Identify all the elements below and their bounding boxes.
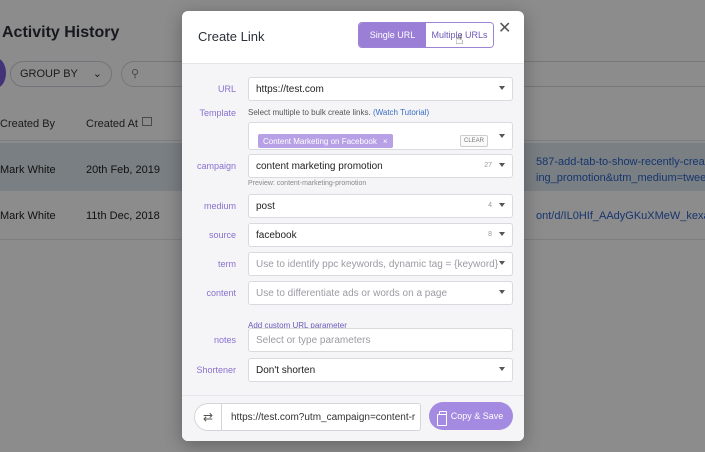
source-label: source — [208, 230, 236, 240]
template-label: Template — [199, 108, 236, 118]
generated-url-box[interactable]: ⇄ https://test.com?utm_campaign=content-… — [194, 403, 421, 431]
notes-field[interactable]: Select or type parameters — [248, 328, 513, 352]
modal-footer: ⇄ https://test.com?utm_campaign=content-… — [182, 395, 524, 441]
shortener-value: Don't shorten — [256, 364, 316, 376]
source-char-count: 8 — [488, 231, 492, 238]
medium-label: medium — [203, 201, 236, 211]
wrap-text-icon[interactable]: ⇄ — [195, 404, 222, 430]
term-field[interactable]: Use to identify ppc keywords, dynamic ta… — [248, 252, 513, 276]
modal-title: Create Link — [198, 29, 265, 44]
close-icon[interactable]: ✕ — [498, 21, 511, 37]
source-value: facebook — [256, 229, 297, 241]
copy-icon — [436, 411, 447, 426]
caret-down-icon — [499, 163, 505, 167]
tab-single-url[interactable]: Single URL — [359, 23, 426, 47]
template-helper: Select multiple to bulk create links. (W… — [248, 108, 429, 117]
medium-field[interactable]: post 4 — [248, 194, 513, 218]
term-placeholder: Use to identify ppc keywords, dynamic ta… — [256, 258, 499, 270]
hand-cursor-icon: ☝ — [455, 31, 464, 47]
campaign-field[interactable]: content marketing promotion 27 — [248, 154, 513, 178]
template-tag-label: Content Marketing on Facebook — [263, 136, 377, 146]
medium-value: post — [256, 200, 275, 212]
caret-down-icon — [499, 261, 505, 265]
caret-down-icon — [499, 134, 505, 138]
source-field[interactable]: facebook 8 — [248, 223, 513, 247]
caret-down-icon — [499, 86, 505, 90]
caret-down-icon — [499, 367, 505, 371]
clear-button[interactable]: CLEAR — [460, 135, 489, 147]
campaign-value: content marketing promotion — [256, 160, 383, 172]
modal-header: Create Link Single URL Multiple URLs ☝ ✕ — [182, 11, 524, 63]
content-label: content — [206, 288, 236, 298]
shortener-select[interactable]: Don't shorten — [248, 358, 513, 382]
notes-label: notes — [213, 335, 236, 345]
caret-down-icon — [499, 290, 505, 294]
create-link-modal: Create Link Single URL Multiple URLs ☝ ✕… — [182, 11, 524, 441]
tag-remove-icon[interactable]: × — [383, 137, 388, 146]
copy-save-button[interactable]: Copy & Save — [429, 402, 513, 430]
url-label: URL — [217, 84, 236, 94]
template-tag: Content Marketing on Facebook × — [258, 134, 393, 148]
template-helper-text: Select multiple to bulk create links. — [248, 108, 371, 117]
generated-url: https://test.com?utm_campaign=content-r — [231, 412, 416, 423]
campaign-char-count: 27 — [484, 162, 492, 169]
content-field[interactable]: Use to differentiate ads or words on a p… — [248, 281, 513, 305]
url-mode-toggle: Single URL Multiple URLs — [358, 22, 494, 48]
url-field[interactable]: https://test.com — [248, 77, 513, 101]
modal-body: URL https://test.com Template Select mul… — [182, 63, 524, 395]
caret-down-icon — [499, 232, 505, 236]
caret-down-icon — [499, 203, 505, 207]
term-label: term — [218, 259, 236, 269]
shortener-label: Shortener — [196, 365, 236, 375]
campaign-preview: Preview: content-marketing-promotion — [248, 180, 367, 187]
medium-char-count: 4 — [488, 202, 492, 209]
campaign-label: campaign — [196, 161, 236, 171]
copy-save-label: Copy & Save — [450, 411, 504, 421]
url-value: https://test.com — [256, 83, 324, 95]
content-placeholder: Use to differentiate ads or words on a p… — [256, 287, 448, 299]
notes-placeholder: Select or type parameters — [256, 334, 371, 346]
watch-tutorial-link[interactable]: (Watch Tutorial) — [373, 108, 429, 117]
